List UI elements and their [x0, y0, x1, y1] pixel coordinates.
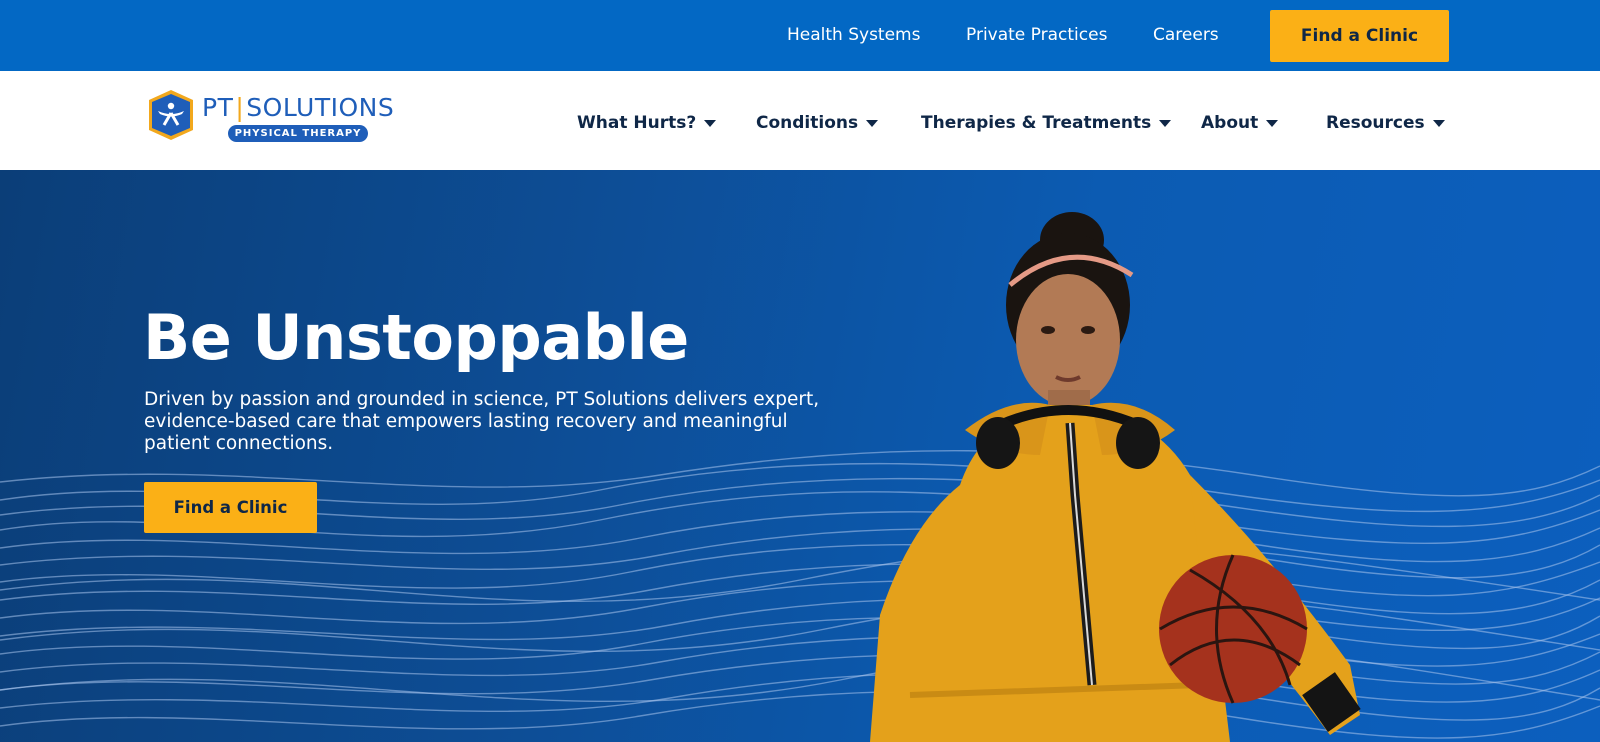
hero-description: Driven by passion and grounded in scienc…	[144, 389, 820, 454]
hero-section: Be Unstoppable Driven by passion and gro…	[0, 170, 1600, 742]
find-a-clinic-button[interactable]: Find a Clinic	[1270, 10, 1449, 62]
logo-wordmark: PT|SOLUTIONS	[202, 93, 394, 122]
hero-title: Be Unstoppable	[143, 301, 689, 374]
nav-resources[interactable]: Resources	[1326, 111, 1445, 135]
nav-about[interactable]: About	[1201, 111, 1279, 135]
main-nav: PT|SOLUTIONS PHYSICAL THERAPY What Hurts…	[0, 71, 1600, 170]
nav-resources-label: Resources	[1326, 113, 1425, 133]
nav-what-hurts[interactable]: What Hurts?	[577, 111, 717, 135]
logo-separator: |	[235, 93, 245, 122]
nav-about-label: About	[1201, 113, 1259, 133]
careers-link[interactable]: Careers	[1153, 25, 1219, 45]
hero-find-a-clinic-button[interactable]: Find a Clinic	[144, 482, 317, 533]
caret-down-icon	[704, 119, 717, 127]
hero-athlete-image	[870, 212, 1361, 742]
caret-down-icon	[866, 119, 879, 127]
caret-down-icon	[1266, 119, 1279, 127]
nav-conditions[interactable]: Conditions	[756, 111, 879, 135]
health-systems-link[interactable]: Health Systems	[787, 25, 920, 45]
utility-bar: Health Systems Private Practices Careers…	[0, 0, 1600, 71]
nav-therapies-treatments-label: Therapies & Treatments	[921, 113, 1152, 133]
caret-down-icon	[1159, 119, 1172, 127]
private-practices-link[interactable]: Private Practices	[966, 25, 1107, 45]
nav-conditions-label: Conditions	[756, 113, 859, 133]
logo-emblem-icon	[149, 90, 193, 140]
nav-therapies-treatments[interactable]: Therapies & Treatments	[921, 111, 1172, 135]
logo-tagline: PHYSICAL THERAPY	[228, 125, 368, 142]
caret-down-icon	[1432, 119, 1445, 127]
pt-solutions-logo[interactable]: PT|SOLUTIONS PHYSICAL THERAPY	[146, 89, 394, 147]
logo-name-left: PT	[202, 93, 234, 122]
logo-name-right: SOLUTIONS	[246, 93, 395, 122]
nav-what-hurts-label: What Hurts?	[577, 113, 697, 133]
